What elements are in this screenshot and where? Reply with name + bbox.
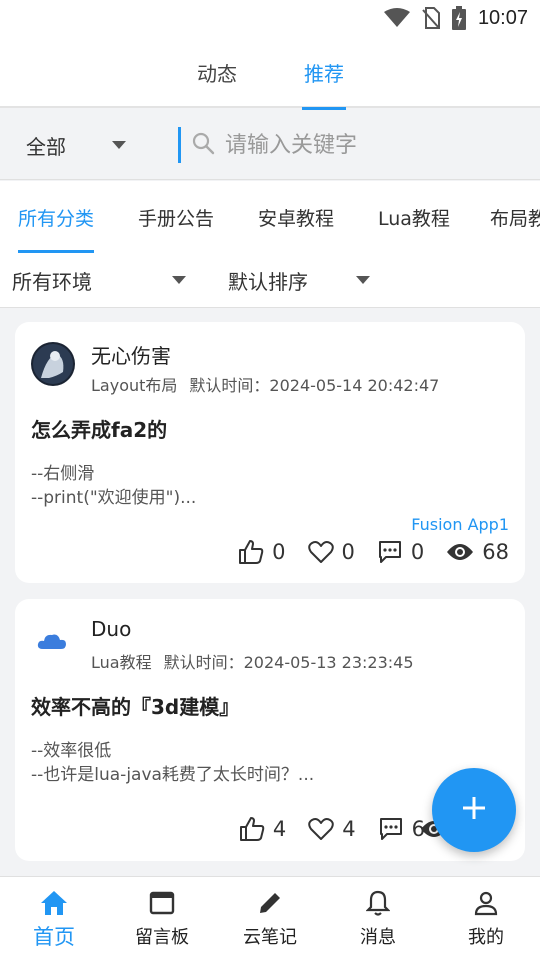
cat-tab-label: 所有分类: [18, 207, 95, 230]
status-bar: 10:07: [0, 0, 540, 36]
author-name[interactable]: Duo: [91, 617, 131, 641]
search-bar[interactable]: [178, 124, 518, 166]
favorite-button[interactable]: 0: [307, 540, 355, 564]
cat-tab-label: 布局教: [490, 207, 540, 230]
author-name[interactable]: 无心伤害: [91, 340, 171, 369]
nav-messages[interactable]: 消息: [324, 877, 432, 960]
view-count: 68: [482, 540, 509, 564]
post-category: Layout布局: [91, 376, 178, 395]
cat-tab-label: 手册公告: [138, 207, 215, 230]
post-excerpt: --效率很低 --也许是lua-java耗费了太长时间？...: [31, 739, 314, 787]
dropdown-arrow-icon: [356, 276, 370, 284]
author-avatar[interactable]: [31, 342, 75, 386]
post-stats: 4 4 6: [239, 816, 425, 842]
bottom-navigation: 首页 留言板 云笔记 消息 我的: [0, 876, 540, 960]
excerpt-line: --print("欢迎使用")...: [31, 488, 197, 508]
battery-charging-icon: [451, 6, 466, 30]
nav-message-board[interactable]: 留言板: [108, 877, 216, 960]
thumbs-up-icon: [239, 816, 265, 842]
scope-label: 全部: [26, 134, 66, 159]
text-cursor: [178, 127, 181, 163]
post-category: Lua教程: [91, 653, 152, 672]
cat-tab-label: 安卓教程: [258, 207, 335, 230]
post-excerpt: --右侧滑 --print("欢迎使用")...: [31, 462, 196, 510]
tab-dynamic[interactable]: 动态: [186, 36, 248, 108]
heart-icon: [308, 817, 334, 841]
environment-label: 所有环境: [12, 270, 92, 294]
author-avatar[interactable]: [31, 619, 75, 663]
like-count: 0: [272, 540, 286, 564]
top-tab-bar: 动态 推荐: [0, 36, 540, 110]
excerpt-line: --也许是lua-java耗费了太长时间？...: [31, 765, 315, 785]
nav-label: 云笔记: [243, 927, 297, 948]
cat-tab-layout[interactable]: 布局教: [490, 181, 540, 253]
post-meta: Layout布局 默认时间：2024-05-14 20:42:47: [91, 372, 439, 396]
post-time: 默认时间：2024-05-14 20:42:47: [189, 376, 440, 395]
pencil-icon: [257, 889, 283, 917]
scope-dropdown[interactable]: 全部: [26, 110, 126, 180]
tab-label: 动态: [197, 61, 237, 86]
create-post-button[interactable]: [432, 768, 516, 852]
sort-label: 默认排序: [228, 270, 308, 294]
post-meta: Lua教程 默认时间：2024-05-13 23:23:45: [91, 649, 414, 673]
dropdown-arrow-icon: [172, 276, 186, 284]
excerpt-line: --效率很低: [31, 741, 112, 761]
bell-icon: [366, 889, 390, 917]
environment-dropdown[interactable]: 所有环境: [12, 253, 190, 308]
nav-home[interactable]: 首页: [0, 877, 108, 960]
views: 68: [446, 540, 509, 564]
comment-icon: [378, 816, 404, 842]
cat-tab-label: Lua教程: [378, 207, 450, 230]
post-stats: 0 0 0 68: [238, 539, 509, 565]
like-button[interactable]: 4: [239, 816, 286, 842]
no-sim-icon: [422, 7, 440, 29]
search-icon: [191, 131, 215, 159]
comment-count: 0: [410, 540, 425, 564]
heart-icon: [307, 540, 334, 564]
like-count: 4: [272, 817, 287, 841]
eye-icon: [446, 542, 474, 562]
post-card[interactable]: 无心伤害 Layout布局 默认时间：2024-05-14 20:42:47 怎么…: [15, 322, 525, 583]
person-icon: [474, 889, 498, 917]
nav-label: 消息: [360, 927, 396, 948]
nav-label: 首页: [33, 925, 75, 949]
nav-cloud-notes[interactable]: 云笔记: [216, 877, 324, 960]
wifi-icon: [383, 8, 410, 28]
favorite-count: 0: [341, 540, 355, 564]
comment-button[interactable]: 0: [377, 539, 424, 565]
like-button[interactable]: 0: [238, 539, 286, 565]
window-icon: [149, 889, 175, 917]
comment-icon: [377, 539, 403, 565]
post-time: 默认时间：2024-05-13 23:23:45: [163, 653, 414, 672]
home-icon: [39, 889, 69, 917]
filter-row: 所有环境 默认排序: [0, 253, 540, 308]
cat-tab-manual[interactable]: 手册公告: [138, 181, 214, 253]
status-time: 10:07: [477, 6, 528, 29]
nav-label: 留言板: [135, 927, 189, 948]
cat-tab-android[interactable]: 安卓教程: [258, 181, 334, 253]
post-tag[interactable]: Fusion App1: [411, 515, 509, 534]
dropdown-arrow-icon: [112, 141, 126, 149]
plus-icon: [461, 795, 487, 825]
category-tabs: 所有分类 手册公告 安卓教程 Lua教程 布局教: [0, 181, 540, 253]
nav-label: 我的: [468, 927, 504, 948]
post-title[interactable]: 怎么弄成fa2的: [31, 414, 167, 443]
post-title[interactable]: 效率不高的『3d建模』: [31, 691, 239, 720]
sort-dropdown[interactable]: 默认排序: [228, 253, 374, 308]
tab-recommend[interactable]: 推荐: [302, 36, 346, 110]
excerpt-line: --右侧滑: [31, 464, 95, 484]
comment-button[interactable]: 6: [378, 816, 425, 842]
thumbs-up-icon: [238, 539, 264, 565]
favorite-count: 4: [342, 817, 356, 841]
search-row: 全部: [0, 110, 540, 180]
tab-label: 推荐: [304, 61, 344, 86]
cat-tab-lua[interactable]: Lua教程: [378, 181, 450, 253]
favorite-button[interactable]: 4: [308, 817, 356, 841]
cat-tab-all[interactable]: 所有分类: [18, 181, 95, 253]
nav-profile[interactable]: 我的: [432, 877, 540, 960]
search-input[interactable]: [225, 132, 505, 158]
